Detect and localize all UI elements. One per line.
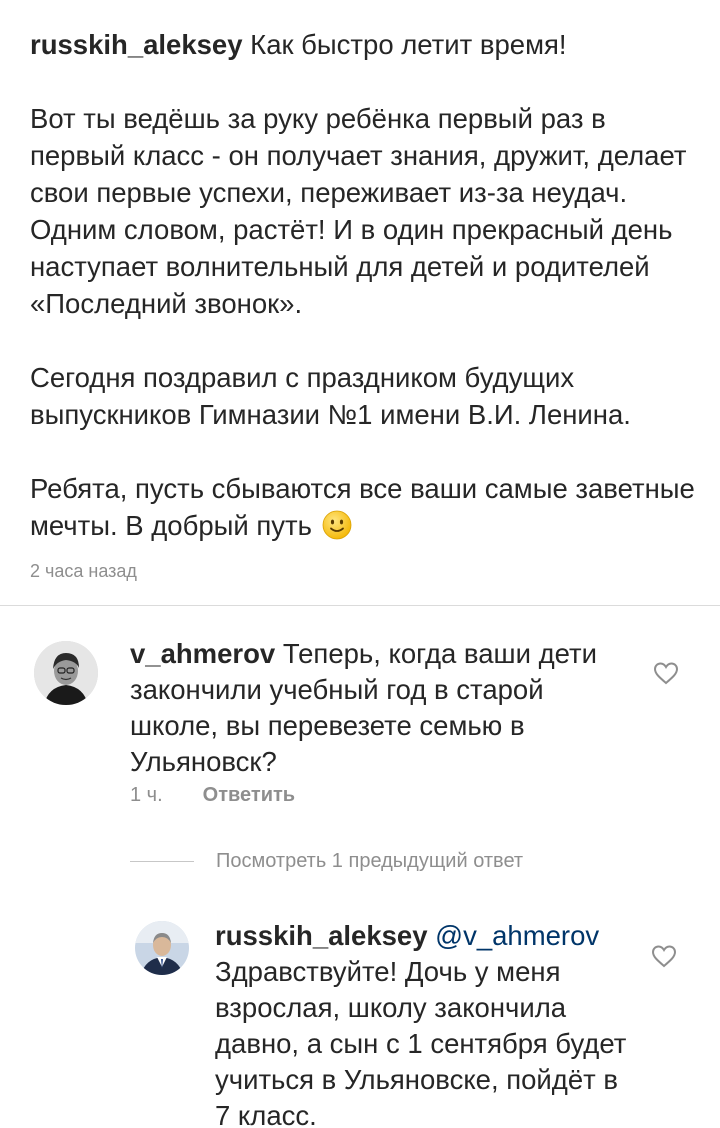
- comment-timestamp: 1 ч.: [130, 784, 163, 806]
- post-caption: russkih_aleksey Как быстро летит время! …: [30, 26, 695, 544]
- caption-text-line1: Как быстро летит время!: [250, 29, 567, 60]
- reply-text: russkih_aleksey @v_ahmerov Здравствуйте!…: [215, 918, 635, 1128]
- view-replies-button[interactable]: Посмотреть 1 предыдущий ответ: [130, 850, 523, 873]
- avatar[interactable]: [135, 921, 189, 975]
- heart-icon[interactable]: [651, 944, 677, 968]
- user-photo-icon: [135, 921, 189, 975]
- avatar[interactable]: [34, 641, 98, 705]
- caption-paragraph-3: Сегодня поздравил с праздником будущих в…: [30, 362, 631, 430]
- divider: [0, 605, 720, 606]
- caption-paragraph-4-text: Ребята, пусть сбываются все ваши самые з…: [30, 473, 695, 541]
- reply-username[interactable]: russkih_aleksey: [215, 920, 428, 951]
- comment-text: v_ahmerov Теперь, когда ваши дети законч…: [130, 636, 630, 780]
- comment-username[interactable]: v_ahmerov: [130, 638, 275, 669]
- caption-paragraph-2: Вот ты ведёшь за руку ребёнка первый раз…: [30, 103, 687, 319]
- caption-paragraph-4: Ребята, пусть сбываются все ваши самые з…: [30, 470, 695, 544]
- caption-first-line: russkih_aleksey Как быстро летит время!: [30, 26, 695, 63]
- reply-button[interactable]: Ответить: [203, 784, 295, 806]
- user-photo-icon: [34, 641, 98, 705]
- caption-timestamp: 2 часа назад: [30, 561, 137, 581]
- reply-mention[interactable]: @v_ahmerov: [435, 920, 599, 951]
- instagram-comments-screen: russkih_aleksey Как быстро летит время! …: [0, 0, 720, 1128]
- reply-body: Здравствуйте! Дочь у меня взрослая, школ…: [215, 956, 627, 1128]
- view-replies-label: Посмотреть 1 предыдущий ответ: [216, 850, 524, 872]
- comment-meta: 1 ч. Ответить: [130, 784, 295, 807]
- replies-line: [130, 861, 194, 862]
- slightly-smiling-face-icon: [322, 510, 352, 540]
- caption-username[interactable]: russkih_aleksey: [30, 29, 243, 60]
- heart-icon[interactable]: [653, 661, 679, 685]
